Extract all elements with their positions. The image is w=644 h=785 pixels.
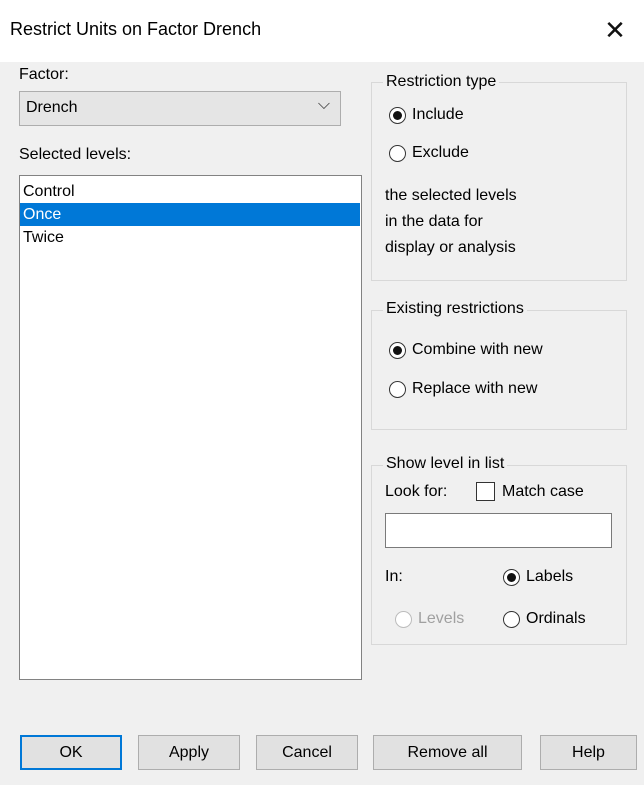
radio-checked-icon: [389, 341, 406, 359]
restriction-note-line-2: in the data for: [385, 213, 483, 230]
ok-button[interactable]: OK: [20, 735, 122, 770]
include-label: Include: [412, 106, 464, 123]
look-for-label: Look for:: [385, 483, 448, 500]
restriction-type-caption: Restriction type: [383, 73, 500, 91]
match-case-checkbox[interactable]: Match case: [476, 482, 584, 501]
factor-combobox[interactable]: Drench ⌵: [19, 91, 341, 126]
exclude-radio[interactable]: Exclude: [389, 144, 469, 162]
combine-with-new-radio[interactable]: Combine with new: [389, 341, 543, 359]
selected-levels-label: Selected levels:: [19, 146, 132, 163]
radio-unchecked-icon: [389, 380, 406, 398]
checkbox-icon: [476, 482, 495, 501]
ordinals-label: Ordinals: [526, 610, 586, 627]
apply-button[interactable]: Apply: [138, 735, 240, 770]
list-item[interactable]: Once: [20, 203, 360, 226]
restriction-note-line-3: display or analysis: [385, 239, 516, 256]
title-bar: Restrict Units on Factor Drench ✕: [0, 0, 644, 62]
restriction-note-line-1: the selected levels: [385, 187, 517, 204]
close-icon[interactable]: ✕: [596, 14, 634, 48]
include-radio[interactable]: Include: [389, 106, 464, 124]
match-case-label: Match case: [502, 482, 584, 500]
help-button[interactable]: Help: [540, 735, 637, 770]
factor-label: Factor:: [19, 66, 69, 83]
window-title: Restrict Units on Factor Drench: [10, 19, 262, 39]
chevron-down-icon: ⌵: [317, 96, 330, 113]
radio-checked-icon: [503, 568, 520, 586]
existing-restrictions-group: [371, 310, 627, 430]
radio-unchecked-icon: [389, 144, 406, 162]
search-input[interactable]: [385, 513, 612, 548]
list-item[interactable]: Control: [20, 180, 361, 203]
levels-label: Levels: [418, 610, 465, 627]
cancel-button[interactable]: Cancel: [256, 735, 358, 770]
levels-radio: Levels: [395, 610, 464, 628]
levels-listbox[interactable]: Control Once Twice: [19, 175, 362, 680]
radio-disabled-icon: [395, 610, 412, 628]
show-level-caption: Show level in list: [383, 455, 508, 473]
replace-with-new-label: Replace with new: [412, 380, 538, 397]
labels-label: Labels: [526, 568, 574, 585]
replace-with-new-radio[interactable]: Replace with new: [389, 380, 537, 398]
radio-unchecked-icon: [503, 610, 520, 628]
existing-restrictions-caption: Existing restrictions: [383, 300, 527, 318]
remove-all-button[interactable]: Remove all: [373, 735, 522, 770]
combine-with-new-label: Combine with new: [412, 341, 543, 358]
radio-checked-icon: [389, 106, 406, 124]
in-label: In:: [385, 568, 403, 585]
ordinals-radio[interactable]: Ordinals: [503, 610, 586, 628]
exclude-label: Exclude: [412, 144, 469, 161]
factor-selected-value: Drench: [26, 99, 78, 116]
list-item[interactable]: Twice: [20, 226, 361, 249]
labels-radio[interactable]: Labels: [503, 568, 573, 586]
